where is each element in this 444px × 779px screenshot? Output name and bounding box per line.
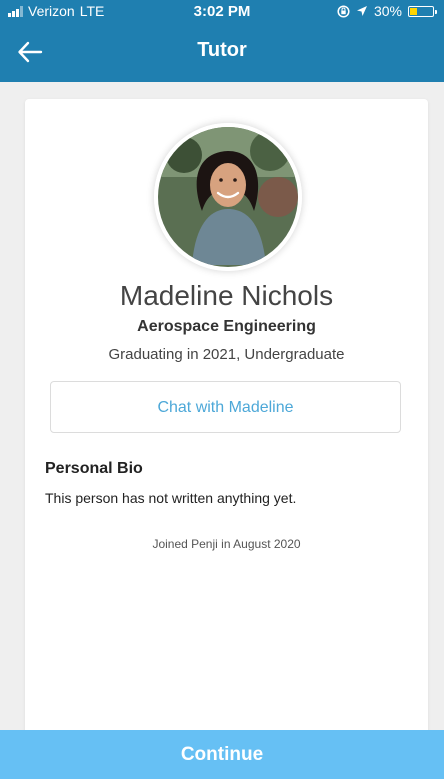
avatar-photo — [158, 127, 298, 267]
battery-percent: 30% — [373, 3, 402, 19]
nav-bar: Tutor — [0, 22, 444, 82]
joined-info: Joined Penji in August 2020 — [152, 537, 301, 551]
screen-rotation-lock-icon — [337, 4, 350, 18]
tutor-major: Aerospace Engineering — [137, 318, 316, 335]
tutor-profile-card: Madeline Nichols Aerospace Engineering G… — [25, 99, 428, 739]
location-icon — [356, 6, 367, 16]
page-title: Tutor — [197, 39, 247, 61]
chat-button[interactable]: Chat with Madeline — [50, 381, 401, 433]
bio-text: This person has not written anything yet… — [45, 490, 297, 506]
status-bar: Verizon LTE 3:02 PM 30% — [0, 0, 444, 22]
battery-fill — [410, 7, 417, 15]
bio-heading: Personal Bio — [45, 460, 143, 477]
tutor-name: Madeline Nichols — [119, 280, 334, 311]
avatar — [154, 123, 302, 271]
continue-button[interactable]: Continue — [0, 730, 444, 779]
status-right: 30% — [337, 3, 437, 19]
battery-icon — [408, 5, 437, 17]
graduation-info: Graduating in 2021, Undergraduate — [108, 346, 345, 363]
